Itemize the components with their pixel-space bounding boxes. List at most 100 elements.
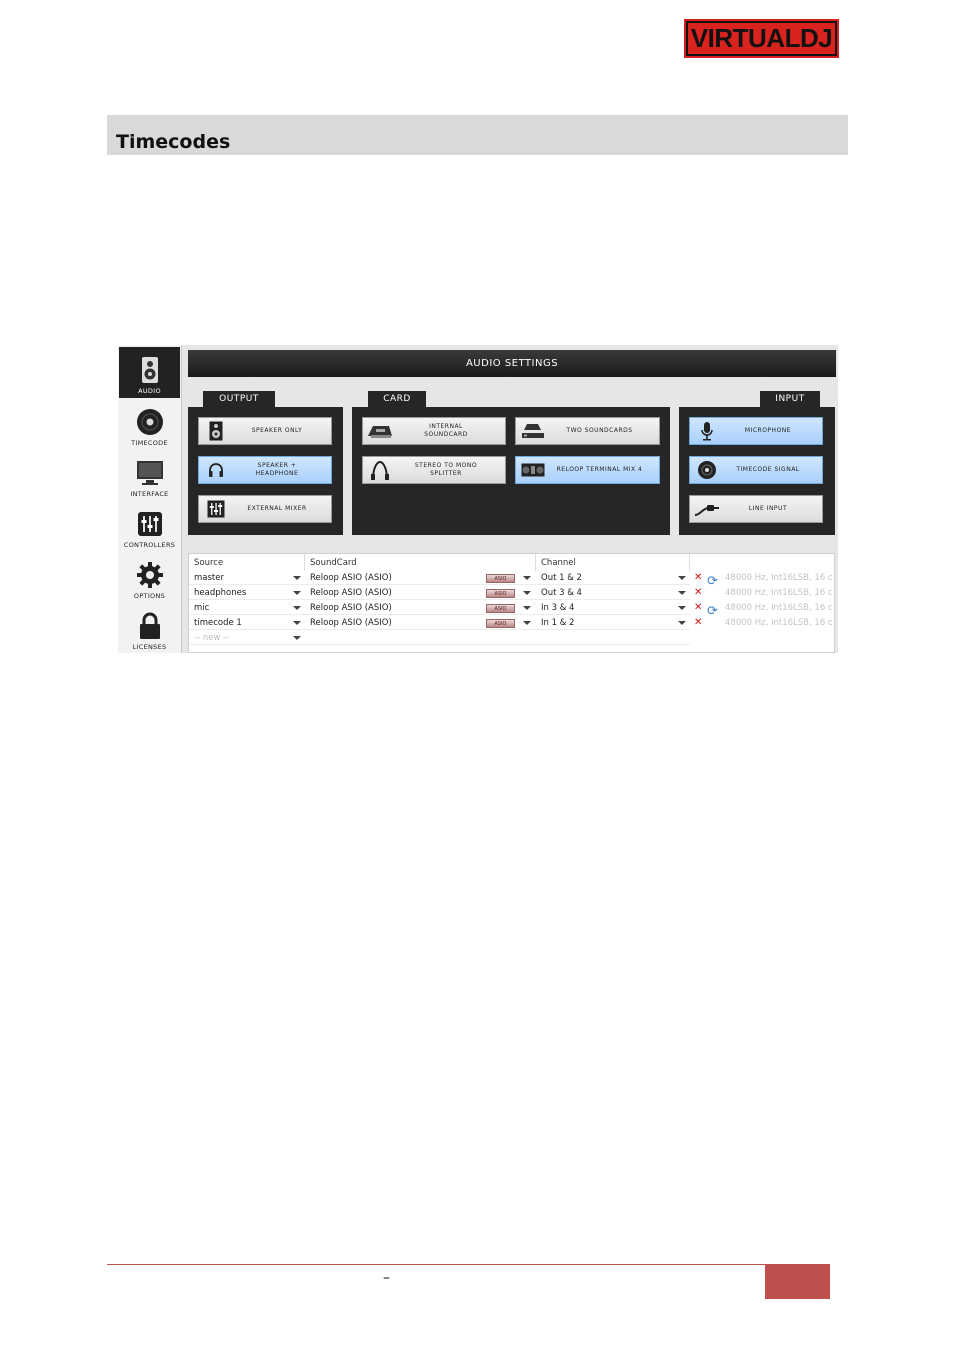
- channel-value: In 3 & 4: [541, 602, 575, 613]
- option-label: EXTERNAL MIXER: [247, 505, 307, 512]
- sliders-icon: [135, 509, 165, 539]
- soundcard-icon: [367, 419, 393, 443]
- reloop-terminal-mix-4-button[interactable]: RELOOP TERMINAL MIX 4: [515, 456, 660, 484]
- option-label: SPEAKER ONLY: [251, 427, 303, 434]
- line-cable-icon: [694, 497, 720, 521]
- speaker-headphone-button[interactable]: SPEAKER + HEADPHONE: [198, 456, 332, 484]
- chevron-down-icon: [293, 636, 301, 640]
- table-row: headphones Reloop ASIO (ASIO) ASIO Out 3 …: [189, 586, 834, 601]
- input-group: MICROPHONE TIMECODE SIGNAL LINE INPUT: [679, 407, 835, 535]
- footer-dash: –: [383, 1270, 390, 1286]
- format-info: 48000 Hz, Int16LSB, 16 c: [725, 618, 833, 628]
- channel-value: Out 3 & 4: [541, 587, 582, 598]
- source-select[interactable]: mic: [189, 601, 305, 615]
- splitter-cable-icon: [367, 458, 393, 482]
- soundcard-select[interactable]: Reloop ASIO (ASIO) ASIO: [305, 571, 536, 585]
- gear-icon: [135, 560, 165, 590]
- delete-row-icon[interactable]: ✕: [694, 572, 702, 583]
- speaker-only-button[interactable]: SPEAKER ONLY: [198, 417, 332, 445]
- mixer-icon: [203, 497, 229, 521]
- delete-row-icon[interactable]: ✕: [694, 602, 702, 613]
- routing-table: Source SoundCard Channel master Reloop A…: [188, 553, 835, 653]
- monitor-icon: [135, 458, 165, 488]
- chevron-down-icon: [523, 621, 531, 625]
- sidebar-item-label: LICENSES: [132, 643, 167, 651]
- table-row-new: -- new --: [189, 631, 834, 646]
- sidebar-item-licenses[interactable]: LICENSES: [119, 603, 180, 653]
- asio-config-button[interactable]: ASIO: [486, 619, 515, 628]
- sidebar-item-label: AUDIO: [138, 387, 161, 395]
- tab-output[interactable]: OUTPUT: [203, 391, 275, 407]
- source-value: timecode 1: [194, 617, 242, 628]
- channel-value: In 1 & 2: [541, 617, 575, 628]
- settings-sidebar: AUDIO TIMECODE INTERFACE CONTROLLERS OPT…: [118, 345, 182, 653]
- sidebar-item-controllers[interactable]: CONTROLLERS: [119, 501, 180, 552]
- microphone-button[interactable]: MICROPHONE: [689, 417, 823, 445]
- table-row: mic Reloop ASIO (ASIO) ASIO In 3 & 4 ✕ ⟳ …: [189, 601, 834, 619]
- section-title: Timecodes: [116, 131, 231, 153]
- page-number-box: [765, 1264, 830, 1299]
- logo-text: VIRTUALDJ: [690, 23, 833, 53]
- soundcard-value: Reloop ASIO (ASIO): [310, 572, 392, 583]
- asio-config-button[interactable]: ASIO: [486, 604, 515, 613]
- lock-icon: [135, 611, 165, 641]
- table-row: master Reloop ASIO (ASIO) ASIO Out 1 & 2 …: [189, 571, 834, 589]
- delete-row-icon[interactable]: ✕: [694, 617, 702, 628]
- source-select[interactable]: timecode 1: [189, 616, 305, 630]
- delete-row-icon[interactable]: ✕: [694, 587, 702, 598]
- column-header-source: Source: [189, 554, 305, 571]
- line-input-button[interactable]: LINE INPUT: [689, 495, 823, 523]
- sidebar-item-label: CONTROLLERS: [123, 541, 176, 549]
- chevron-down-icon: [678, 576, 686, 580]
- sidebar-item-label: INTERFACE: [130, 490, 169, 498]
- soundcard-value: Reloop ASIO (ASIO): [310, 602, 392, 613]
- soundcard-select[interactable]: Reloop ASIO (ASIO) ASIO: [305, 586, 536, 600]
- stereo-to-mono-splitter-button[interactable]: STEREO TO MONO SPLITTER: [362, 456, 506, 484]
- source-select[interactable]: headphones: [189, 586, 305, 600]
- virtualdj-logo: VIRTUALDJ: [684, 19, 839, 58]
- footer-divider: [107, 1264, 765, 1265]
- option-label: MICROPHONE: [744, 427, 792, 434]
- table-row: timecode 1 Reloop ASIO (ASIO) ASIO In 1 &…: [189, 616, 834, 631]
- new-source-select[interactable]: -- new --: [189, 631, 305, 645]
- tab-card[interactable]: CARD: [368, 391, 426, 407]
- asio-config-button[interactable]: ASIO: [486, 589, 515, 598]
- column-header-soundcard: SoundCard: [305, 554, 536, 571]
- chevron-down-icon: [678, 591, 686, 595]
- column-header-channel: Channel: [536, 554, 690, 571]
- sidebar-item-options[interactable]: OPTIONS: [119, 552, 180, 603]
- format-info: 48000 Hz, Int16LSB, 16 c: [725, 588, 833, 598]
- channel-select[interactable]: In 1 & 2: [536, 616, 690, 630]
- two-soundcards-button[interactable]: TWO SOUNDCARDS: [515, 417, 660, 445]
- channel-select[interactable]: Out 1 & 2: [536, 571, 690, 585]
- option-label: TIMECODE SIGNAL: [736, 466, 800, 473]
- soundcard-select[interactable]: Reloop ASIO (ASIO) ASIO: [305, 601, 536, 615]
- source-value: master: [194, 572, 224, 583]
- empty-cell: [536, 631, 690, 645]
- external-mixer-button[interactable]: EXTERNAL MIXER: [198, 495, 332, 523]
- internal-soundcard-button[interactable]: INTERNAL SOUNDCARD: [362, 417, 506, 445]
- channel-select[interactable]: In 3 & 4: [536, 601, 690, 615]
- audio-settings-title: AUDIO SETTINGS: [188, 350, 836, 377]
- tab-input[interactable]: INPUT: [760, 391, 820, 407]
- source-select[interactable]: master: [189, 571, 305, 585]
- speaker-icon: [135, 355, 165, 385]
- channel-select[interactable]: Out 3 & 4: [536, 586, 690, 600]
- soundcard-value: Reloop ASIO (ASIO): [310, 587, 392, 598]
- sidebar-item-timecode[interactable]: TIMECODE: [119, 399, 180, 450]
- chevron-down-icon: [523, 606, 531, 610]
- card-group: INTERNAL SOUNDCARD TWO SOUNDCARDS STEREO…: [352, 407, 670, 535]
- asio-label: ASIO: [494, 575, 507, 582]
- asio-config-button[interactable]: ASIO: [486, 574, 515, 583]
- sidebar-item-audio[interactable]: AUDIO: [119, 347, 180, 398]
- asio-label: ASIO: [494, 605, 507, 612]
- soundcard-select[interactable]: Reloop ASIO (ASIO) ASIO: [305, 616, 536, 630]
- empty-cell: [305, 631, 536, 645]
- sidebar-item-interface[interactable]: INTERFACE: [119, 450, 180, 501]
- timecode-signal-button[interactable]: TIMECODE SIGNAL: [689, 456, 823, 484]
- audio-settings-main: AUDIO SETTINGS OUTPUT SPEAKER ONLY SPEAK…: [188, 349, 836, 653]
- chevron-down-icon: [523, 576, 531, 580]
- vinyl-icon: [135, 407, 165, 437]
- option-label: RELOOP TERMINAL MIX 4: [556, 466, 643, 473]
- chevron-down-icon: [678, 621, 686, 625]
